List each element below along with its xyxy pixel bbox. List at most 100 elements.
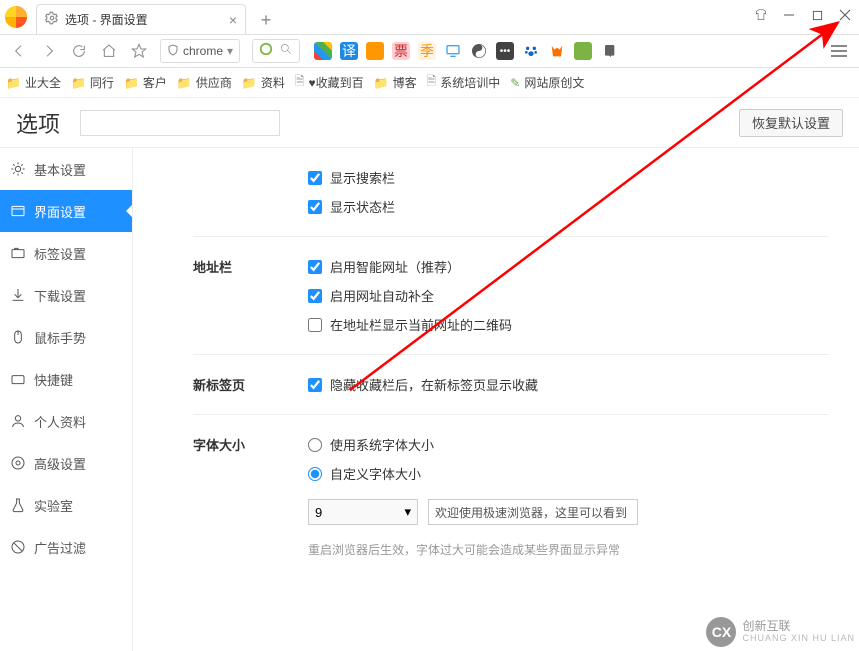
back-button[interactable]: [6, 38, 32, 64]
font-hint: 重启浏览器后生效，字体过大可能会造成某些界面显示异常: [308, 541, 829, 558]
sidebar-item-profile[interactable]: 个人资料: [0, 400, 132, 442]
maximize-button[interactable]: [803, 0, 831, 30]
checkbox-auto-complete[interactable]: 启用网址自动补全: [308, 286, 829, 305]
bookmark-page[interactable]: 🗎系统培训中: [427, 72, 501, 93]
checkbox-label: 启用智能网址（推荐）: [330, 257, 460, 276]
sidebar-item-label: 实验室: [34, 496, 73, 515]
address-host: chrome: [183, 44, 223, 58]
radio-input[interactable]: [308, 467, 322, 481]
sidebar-item-lab[interactable]: 实验室: [0, 484, 132, 526]
bookmark-folder[interactable]: 📁博客: [374, 74, 417, 91]
tab-bar: 选项 - 界面设置 × +: [0, 0, 739, 34]
ext-season-icon[interactable]: 季: [418, 42, 436, 60]
checkbox-hide-fav[interactable]: 隐藏收藏栏后，在新标签页显示收藏: [308, 375, 829, 394]
sidebar-item-label: 广告过滤: [34, 538, 86, 557]
checkbox-input[interactable]: [308, 318, 322, 332]
section-label: [193, 168, 308, 216]
section-label-font: 字体大小: [193, 435, 308, 558]
checkbox-label: 启用网址自动补全: [330, 286, 434, 305]
bookmark-label: 客户: [143, 74, 167, 91]
bookmark-folder[interactable]: 📁供应商: [177, 74, 232, 91]
sidebar-item-label: 标签设置: [34, 244, 86, 263]
settings-panel: 显示搜索栏 显示状态栏 地址栏 启用智能网址（推荐） 启用网址自动补全 在地址栏…: [133, 148, 859, 651]
checkbox-qr-code[interactable]: 在地址栏显示当前网址的二维码: [308, 315, 829, 334]
bookmark-label: ♥收藏到百: [309, 74, 364, 91]
bookmarks-bar: 📁业大全 📁同行 📁客户 📁供应商 📁资料 🗎♥收藏到百 📁博客 🗎系统培训中 …: [0, 68, 859, 98]
options-sidebar: 基本设置 界面设置 标签设置 下载设置 鼠标手势 快捷键 个人资料 高级设置 实…: [0, 148, 133, 651]
radio-label: 自定义字体大小: [330, 464, 421, 483]
checkbox-input[interactable]: [308, 260, 322, 274]
checkbox-input[interactable]: [308, 378, 322, 392]
checkbox-show-search[interactable]: 显示搜索栏: [308, 168, 829, 187]
bookmark-folder[interactable]: 📁同行: [71, 74, 114, 91]
forward-button[interactable]: [36, 38, 62, 64]
site-icon: ✎: [510, 76, 520, 90]
options-search-input[interactable]: [80, 110, 280, 136]
ext-shield-orange-icon[interactable]: [366, 42, 384, 60]
checkbox-input[interactable]: [308, 289, 322, 303]
close-window-button[interactable]: [831, 0, 859, 30]
ext-translate-icon[interactable]: 译: [340, 42, 358, 60]
bookmark-label: 业大全: [25, 74, 61, 91]
ext-yinyang-icon[interactable]: [470, 42, 488, 60]
sidebar-item-shortcut[interactable]: 快捷键: [0, 358, 132, 400]
ext-evernote-icon[interactable]: [600, 42, 618, 60]
sidebar-item-download[interactable]: 下载设置: [0, 274, 132, 316]
folder-icon: 📁: [177, 76, 192, 90]
bookmark-label: 资料: [261, 74, 285, 91]
minimize-button[interactable]: [775, 0, 803, 30]
page-icon: 🗎: [295, 72, 305, 93]
sidebar-item-label: 鼠标手势: [34, 328, 86, 347]
page-icon: 🗎: [427, 72, 437, 93]
search-box[interactable]: [252, 39, 300, 63]
tab-options[interactable]: 选项 - 界面设置 ×: [36, 4, 246, 34]
sidebar-item-basic[interactable]: 基本设置: [0, 148, 132, 190]
ext-fox-icon[interactable]: [548, 42, 566, 60]
reload-button[interactable]: [66, 38, 92, 64]
bookmark-folder[interactable]: 📁业大全: [6, 74, 61, 91]
favorite-button[interactable]: [126, 38, 152, 64]
font-size-select[interactable]: 9 ▾: [308, 499, 418, 525]
tab-close-icon[interactable]: ×: [229, 12, 237, 28]
font-preview: 欢迎使用极速浏览器，这里可以看到: [428, 499, 638, 525]
address-bar[interactable]: chrome ▾: [160, 39, 240, 63]
bookmark-site[interactable]: ✎网站原创文: [510, 74, 584, 91]
sidebar-item-adblock[interactable]: 广告过滤: [0, 526, 132, 568]
ext-paw-icon[interactable]: [522, 42, 540, 60]
chevron-down-icon[interactable]: ▾: [227, 44, 233, 58]
bookmark-folder[interactable]: 📁资料: [242, 74, 285, 91]
sidebar-item-tabs[interactable]: 标签设置: [0, 232, 132, 274]
search-icon[interactable]: [279, 42, 293, 61]
ext-monitor-icon[interactable]: [444, 42, 462, 60]
radio-input[interactable]: [308, 438, 322, 452]
section-label-newtab: 新标签页: [193, 375, 308, 394]
sidebar-item-mouse[interactable]: 鼠标手势: [0, 316, 132, 358]
ext-ticket-icon[interactable]: 票: [392, 42, 410, 60]
bookmark-label: 系统培训中: [440, 74, 500, 91]
checkbox-show-status[interactable]: 显示状态栏: [308, 197, 829, 216]
section-label-addr: 地址栏: [193, 257, 308, 334]
radio-system-font[interactable]: 使用系统字体大小: [308, 435, 829, 454]
restore-defaults-button[interactable]: 恢复默认设置: [739, 109, 843, 137]
main-menu-button[interactable]: [825, 37, 853, 65]
checkbox-input[interactable]: [308, 171, 322, 185]
sidebar-item-ui[interactable]: 界面设置: [0, 190, 132, 232]
checkbox-input[interactable]: [308, 200, 322, 214]
bookmark-folder[interactable]: 📁客户: [124, 74, 167, 91]
bookmark-page[interactable]: 🗎♥收藏到百: [295, 72, 364, 93]
ext-grid-icon[interactable]: [314, 42, 332, 60]
ext-dots-icon[interactable]: •••: [496, 42, 514, 60]
checkbox-label: 显示状态栏: [330, 197, 395, 216]
sidebar-item-label: 高级设置: [34, 454, 86, 473]
home-button[interactable]: [96, 38, 122, 64]
ext-green-icon[interactable]: [574, 42, 592, 60]
new-tab-button[interactable]: +: [252, 6, 280, 34]
navigation-toolbar: chrome ▾ 译 票 季 •••: [0, 34, 859, 68]
checkbox-smart-url[interactable]: 启用智能网址（推荐）: [308, 257, 829, 276]
gear-icon: [45, 11, 59, 28]
sidebar-item-advanced[interactable]: 高级设置: [0, 442, 132, 484]
radio-custom-font[interactable]: 自定义字体大小: [308, 464, 829, 483]
skin-button[interactable]: [747, 0, 775, 30]
options-header: 选项 恢复默认设置: [0, 98, 859, 148]
search-provider-icon: [259, 42, 273, 61]
